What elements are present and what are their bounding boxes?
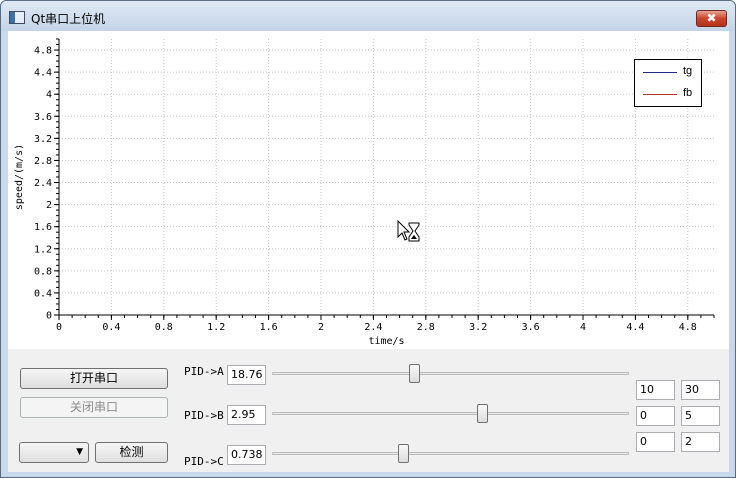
x-axis-label: time/s xyxy=(368,336,404,347)
y-tick-label: 3.6 xyxy=(34,112,52,123)
client-area: 0 0.4 0.8 1.2 1.6 2 2.4 2.8 3.2 3.6 4 4.4 4.8 0 0.4 0.8… xyxy=(8,31,729,472)
plot-legend: tg fb xyxy=(634,59,702,107)
legend-item-fb: fb xyxy=(643,87,703,101)
open-port-button[interactable]: 打开串口 xyxy=(20,368,168,389)
y-tick-label: 0 xyxy=(46,311,52,322)
legend-label-tg: tg xyxy=(683,65,693,77)
plot-widget[interactable]: 0 0.4 0.8 1.2 1.6 2 2.4 2.8 3.2 3.6 4 4.4 4.8 0 0.4 0.8… xyxy=(8,31,729,349)
legend-line-tg xyxy=(643,72,677,73)
close-port-button[interactable]: 关闭串口 xyxy=(20,397,168,418)
pid-b-slider-handle[interactable] xyxy=(477,404,489,423)
port-select[interactable]: ▼ xyxy=(19,442,89,463)
window-title: Qt串口上位机 xyxy=(31,12,106,26)
pid-c-slider-handle[interactable] xyxy=(398,444,410,463)
x-tick-label: 0.4 xyxy=(102,322,120,333)
y-tick-label: 3.2 xyxy=(34,134,52,145)
pid-b-max-field[interactable]: 5 xyxy=(681,406,720,426)
detect-button[interactable]: 检测 xyxy=(95,442,168,463)
pid-c-label: PID->C xyxy=(184,455,224,468)
busy-cursor-icon xyxy=(397,220,420,242)
y-tick-label: 4.4 xyxy=(34,68,52,79)
x-tick-label: 1.6 xyxy=(260,322,278,333)
pid-a-min-field[interactable]: 10 xyxy=(636,380,675,400)
y-tick-label: 2.8 xyxy=(34,156,52,167)
app-icon xyxy=(9,11,25,24)
pid-c-min-field[interactable]: 0 xyxy=(636,432,675,452)
x-tick-label: 4.8 xyxy=(679,322,697,333)
y-tick-label: 2.4 xyxy=(34,178,52,189)
pid-c-slider-track[interactable] xyxy=(272,452,629,455)
y-tick-label: 2 xyxy=(46,200,52,211)
pid-a-label: PID->A xyxy=(184,365,224,378)
x-tick-label: 4.4 xyxy=(626,322,644,333)
x-tick-label: 2.4 xyxy=(364,322,382,333)
pid-c-max-field[interactable]: 2 xyxy=(681,432,720,452)
title-bar[interactable]: Qt串口上位机 ✖ xyxy=(1,1,735,31)
pid-b-slider-track[interactable] xyxy=(272,412,629,415)
pid-c-value-field[interactable]: 0.738 xyxy=(227,445,266,465)
pid-b-min-field[interactable]: 0 xyxy=(636,406,675,426)
legend-item-tg: tg xyxy=(643,65,703,79)
y-axis-label: speed/(m/s) xyxy=(14,144,25,210)
x-tick-label: 0.8 xyxy=(155,322,173,333)
y-tick-label: 1.2 xyxy=(34,244,52,255)
chevron-down-icon: ▼ xyxy=(76,447,83,457)
legend-line-fb xyxy=(643,94,677,95)
y-tick-label: 4 xyxy=(46,90,52,101)
pid-b-label: PID->B xyxy=(184,409,224,422)
y-tick-label: 0.4 xyxy=(34,288,52,299)
x-tick-label: 1.2 xyxy=(207,322,225,333)
x-tick-label: 0 xyxy=(56,322,62,333)
y-tick-label: 4.8 xyxy=(34,46,52,57)
x-tick-label: 3.6 xyxy=(522,322,540,333)
y-tick-label: 0.8 xyxy=(34,266,52,277)
close-button[interactable]: ✖ xyxy=(696,10,727,27)
pid-a-slider-track[interactable] xyxy=(272,372,629,375)
main-window: Qt串口上位机 ✖ 0 0.4 0.8 1.2 1.6 2 2.4 2.8 3.2 3.6 4 4.4… xyxy=(0,0,736,478)
x-tick-label: 2 xyxy=(318,322,324,333)
plot-canvas: 0 0.4 0.8 1.2 1.6 2 2.4 2.8 3.2 3.6 4 4.4 4.8 0 0.4 0.8… xyxy=(14,38,715,347)
pid-a-value-field[interactable]: 18.76 xyxy=(227,365,266,385)
x-tick-label: 2.8 xyxy=(417,322,435,333)
pid-a-max-field[interactable]: 30 xyxy=(681,380,720,400)
x-tick-label: 3.2 xyxy=(469,322,487,333)
pid-a-slider-handle[interactable] xyxy=(409,364,421,383)
y-tick-label: 1.6 xyxy=(34,222,52,233)
pid-b-value-field[interactable]: 2.95 xyxy=(227,405,266,425)
legend-label-fb: fb xyxy=(683,87,693,99)
x-tick-label: 4 xyxy=(580,322,586,333)
